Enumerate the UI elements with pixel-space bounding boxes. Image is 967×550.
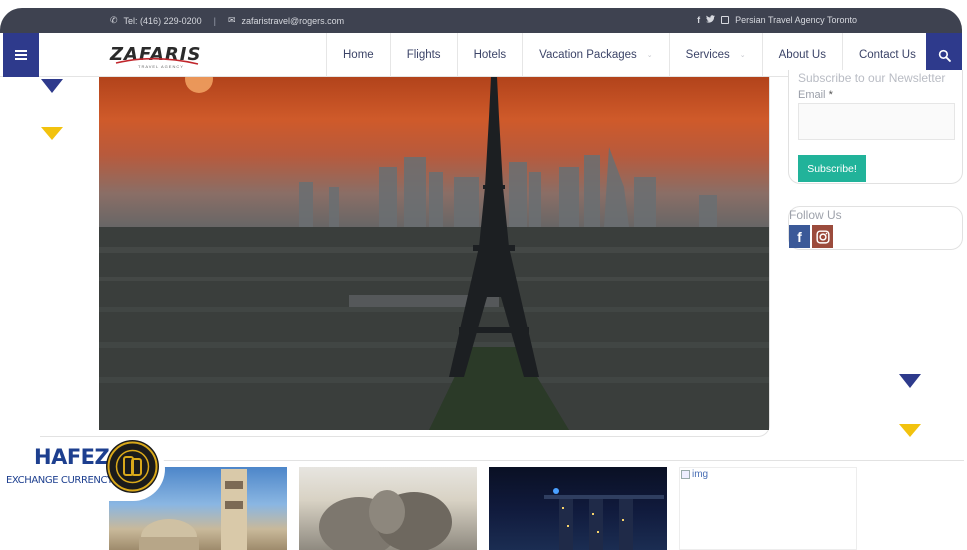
- nav-label: Vacation Packages: [539, 49, 637, 61]
- contact-info: ✆ Tel: (416) 229-0200 | ✉ zafaristravel@…: [110, 15, 344, 26]
- email-label: Email *: [798, 89, 833, 101]
- hero-image-eiffel-tower: [99, 77, 769, 430]
- email-link[interactable]: zafaristravel@rogers.com: [242, 16, 345, 26]
- email-label-text: Email: [798, 89, 826, 101]
- email-field[interactable]: [798, 103, 955, 140]
- twitter-icon[interactable]: [706, 15, 716, 25]
- newsletter-widget: Subscribe to our Newsletter Email * Subs…: [788, 70, 963, 184]
- follow-us-title: Follow Us: [789, 208, 842, 222]
- hamburger-menu-icon: [15, 48, 27, 62]
- decorative-triangle-blue: [899, 374, 921, 388]
- phone-icon: ✆: [110, 15, 118, 25]
- hafez-subtitle: EXCHANGE CURRENCY: [6, 475, 113, 486]
- nav-home[interactable]: Home: [326, 33, 390, 77]
- nav-label: Hotels: [473, 49, 507, 61]
- decorative-triangle-yellow: [899, 424, 921, 437]
- tagline: Persian Travel Agency Toronto: [735, 15, 857, 25]
- nav-hotels[interactable]: Hotels: [456, 33, 523, 77]
- facebook-icon[interactable]: f: [697, 15, 700, 25]
- broken-image-alt: img: [692, 469, 709, 480]
- nav-label: Services: [685, 49, 730, 61]
- instagram-icon[interactable]: [721, 16, 730, 24]
- broken-image: img: [681, 469, 708, 480]
- newsletter-title: Subscribe to our Newsletter: [798, 71, 946, 85]
- nav-label: Home: [343, 49, 374, 61]
- hafez-name: HAFEZ: [34, 445, 110, 469]
- chevron-down-icon: ⌄: [739, 52, 746, 59]
- gallery-image-elephants[interactable]: [299, 467, 477, 550]
- broken-image-icon: [681, 470, 690, 479]
- instagram-icon: [815, 229, 830, 244]
- facebook-icon: f: [797, 228, 802, 245]
- separator: |: [213, 15, 216, 26]
- hamburger-menu-button[interactable]: [3, 33, 39, 77]
- facebook-button[interactable]: f: [789, 225, 810, 248]
- hafez-exchange-badge[interactable]: HAFEZ EXCHANGE CURRENCY: [0, 437, 165, 501]
- search-icon: [938, 49, 951, 62]
- gallery-image-placeholder[interactable]: img: [679, 467, 857, 550]
- envelope-icon: ✉: [227, 15, 236, 25]
- nav-flights[interactable]: Flights: [389, 33, 457, 77]
- gallery-image-singapore[interactable]: [489, 467, 667, 550]
- nav-label: Contact Us: [858, 49, 916, 61]
- nav-vacation-packages[interactable]: Vacation Packages ⌄: [522, 33, 668, 77]
- paris-skyline-illustration: [99, 77, 769, 430]
- instagram-button[interactable]: [812, 225, 833, 248]
- logo-subtitle: TRAVEL AGENCY: [138, 64, 184, 69]
- site-logo[interactable]: ZAFARIS TRAVEL AGENCY: [110, 44, 200, 72]
- required-mark: *: [828, 89, 833, 101]
- nav-label: About Us: [778, 49, 826, 61]
- subscribe-button[interactable]: Subscribe!: [798, 155, 866, 182]
- nav-label: Flights: [406, 49, 441, 61]
- nav-services[interactable]: Services ⌄: [668, 33, 762, 77]
- phone-number[interactable]: Tel: (416) 229-0200: [124, 16, 202, 26]
- top-info-bar: ✆ Tel: (416) 229-0200 | ✉ zafaristravel@…: [0, 8, 962, 33]
- follow-us-widget: Follow Us f: [788, 206, 963, 250]
- chevron-down-icon: ⌄: [646, 52, 653, 59]
- hafez-seal-logo: [106, 440, 159, 493]
- social-links: f Persian Travel Agency Toronto: [697, 15, 857, 25]
